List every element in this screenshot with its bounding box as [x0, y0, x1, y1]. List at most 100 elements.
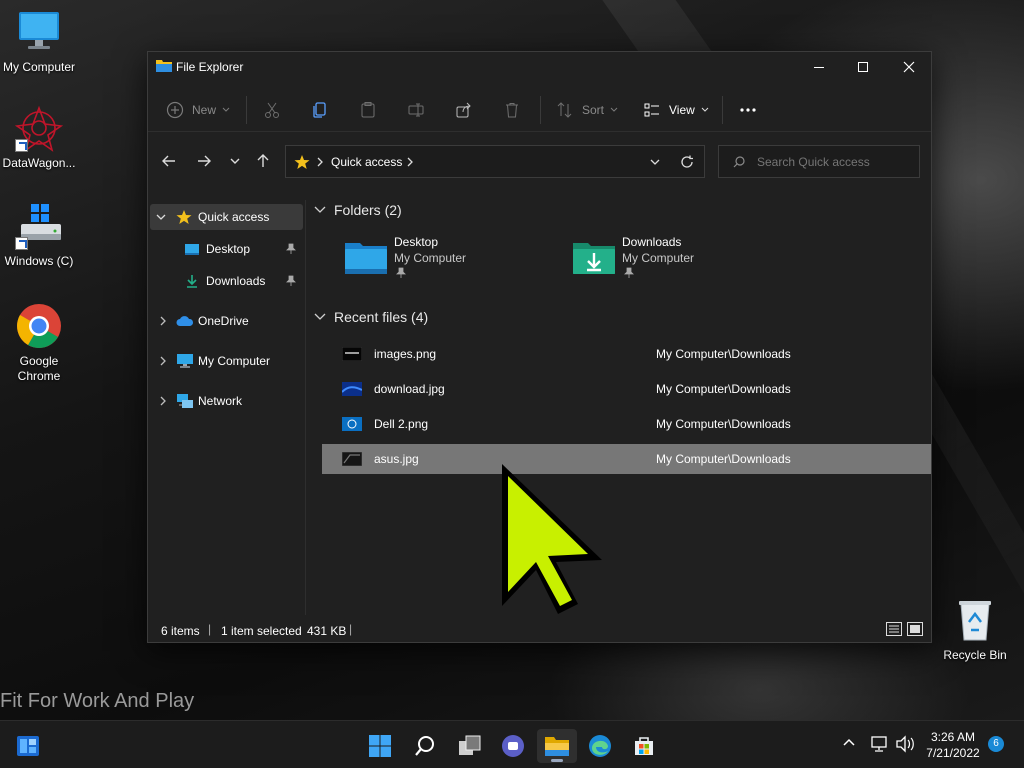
cut-button[interactable] — [263, 98, 281, 122]
folder-name: Downloads — [622, 235, 682, 249]
copy-button[interactable] — [311, 98, 329, 122]
delete-button[interactable] — [503, 98, 521, 122]
chevron-right-icon[interactable] — [158, 316, 168, 326]
folder-icon — [156, 60, 172, 72]
network-monitor-icon — [871, 736, 887, 752]
title-bar[interactable]: File Explorer — [148, 52, 931, 82]
minimize-button[interactable] — [796, 52, 842, 82]
chevron-right-icon[interactable] — [158, 356, 168, 366]
sort-button[interactable]: Sort — [556, 98, 619, 122]
chevron-down-icon[interactable] — [156, 212, 166, 222]
file-path: My Computer\Downloads — [656, 382, 791, 396]
close-button[interactable] — [886, 52, 932, 82]
maximize-button[interactable] — [840, 52, 886, 82]
chevron-right-icon — [407, 157, 413, 167]
clock[interactable]: 3:26 AM 7/21/2022 — [922, 729, 984, 761]
folder-name: Desktop — [394, 235, 439, 249]
teams-chat-button[interactable] — [493, 729, 533, 763]
notification-badge[interactable]: 6 — [988, 736, 1004, 752]
file-row-asus-jpg[interactable]: asus.jpg My Computer\Downloads — [322, 444, 931, 474]
recent-locations-button[interactable] — [222, 148, 248, 174]
search-taskbar-button[interactable] — [405, 729, 445, 763]
file-row-download-jpg[interactable]: download.jpg My Computer\Downloads — [322, 374, 931, 404]
recent-files-group-header[interactable]: Recent files (4) — [314, 309, 428, 325]
more-options-button[interactable] — [738, 98, 758, 122]
tiles-view-button[interactable] — [907, 622, 925, 638]
desktop-icon-recycle-bin[interactable]: Recycle Bin — [936, 596, 1014, 663]
share-button[interactable] — [455, 98, 473, 122]
folder-tile-downloads[interactable]: Downloads My Computer — [572, 235, 772, 285]
plus-circle-icon — [166, 101, 184, 119]
new-button[interactable]: New — [166, 98, 231, 122]
desktop-icon-windows-c[interactable]: Windows (C) — [0, 202, 78, 269]
folder-tile-desktop[interactable]: Desktop My Computer — [344, 235, 544, 285]
up-button[interactable] — [250, 148, 276, 174]
star-icon — [294, 155, 310, 169]
details-view-button[interactable] — [886, 622, 904, 638]
speaker-icon — [896, 735, 914, 753]
desktop-icon-label: Recycle Bin — [943, 648, 1007, 662]
sidebar-item-downloads[interactable]: Downloads — [150, 268, 303, 294]
trash-icon — [506, 103, 518, 118]
task-view-button[interactable] — [450, 729, 490, 763]
widgets-button[interactable] — [8, 729, 48, 763]
sidebar-item-label: OneDrive — [198, 314, 249, 328]
file-row-dell-2-png[interactable]: Dell 2.png My Computer\Downloads — [322, 409, 931, 439]
desktop-icon-label: My Computer — [2, 60, 76, 74]
back-button[interactable] — [156, 148, 182, 174]
search-box[interactable] — [718, 145, 920, 178]
status-divider: | — [208, 622, 212, 636]
forward-button[interactable] — [191, 148, 217, 174]
search-icon — [733, 156, 745, 168]
rename-icon — [408, 103, 424, 117]
desktop-folder-icon — [185, 244, 199, 255]
maximize-icon — [858, 62, 868, 72]
sidebar-item-desktop[interactable]: Desktop — [150, 236, 303, 262]
sidebar-item-network[interactable]: Network — [150, 388, 303, 414]
desktop-icon-google-chrome[interactable]: Google Chrome — [0, 302, 78, 384]
rename-button[interactable] — [407, 98, 425, 122]
file-row-images-png[interactable]: images.png My Computer\Downloads — [322, 339, 931, 369]
computer-icon — [177, 354, 193, 368]
start-button[interactable] — [360, 729, 400, 763]
file-path: My Computer\Downloads — [656, 347, 791, 361]
volume-button[interactable] — [895, 735, 915, 756]
chevron-down-icon — [230, 158, 240, 164]
folders-group-header[interactable]: Folders (2) — [314, 202, 402, 218]
paste-button[interactable] — [359, 98, 377, 122]
star-icon — [176, 210, 192, 224]
scissors-icon — [265, 102, 279, 118]
refresh-icon[interactable] — [680, 155, 694, 169]
chevron-right-icon[interactable] — [158, 396, 168, 406]
folders-group-title: Folders (2) — [334, 202, 402, 218]
edge-browser-button[interactable] — [580, 729, 620, 763]
sidebar-item-quick-access[interactable]: Quick access — [150, 204, 303, 230]
store-icon — [635, 737, 653, 755]
pin-icon — [624, 267, 634, 278]
sidebar-item-label: Network — [198, 394, 243, 408]
network-status-button[interactable] — [870, 735, 890, 756]
show-hidden-icons-button[interactable] — [842, 737, 856, 752]
file-path: My Computer\Downloads — [656, 417, 791, 431]
folder-location: My Computer — [394, 251, 467, 265]
chevron-down-icon — [701, 107, 709, 112]
chevron-down-icon[interactable] — [649, 156, 661, 168]
chevron-down-icon — [222, 107, 230, 112]
sidebar-item-onedrive[interactable]: OneDrive — [150, 308, 303, 334]
download-arrow-icon — [187, 275, 197, 288]
desktop-icon-datawagon[interactable]: DataWagon... — [0, 104, 78, 171]
onedrive-cloud-icon — [176, 316, 194, 326]
chevron-down-icon — [610, 107, 618, 112]
navigation-pane: Quick access Desktop Downloads OneDrive … — [148, 200, 306, 615]
desktop-icon-label: DataWagon... — [2, 156, 76, 170]
desktop-icon-my-computer[interactable]: My Computer — [0, 8, 78, 75]
chat-icon — [502, 735, 524, 757]
sidebar-item-label: Quick access — [198, 210, 270, 224]
sidebar-item-my-computer[interactable]: My Computer — [150, 348, 303, 374]
file-explorer-taskbar-button[interactable] — [537, 729, 577, 763]
search-input[interactable] — [757, 153, 912, 171]
microsoft-store-button[interactable] — [624, 729, 664, 763]
view-button[interactable]: View — [643, 98, 710, 122]
breadcrumb-quick-access[interactable]: Quick access — [331, 155, 402, 169]
address-bar[interactable]: Quick access — [285, 145, 705, 178]
